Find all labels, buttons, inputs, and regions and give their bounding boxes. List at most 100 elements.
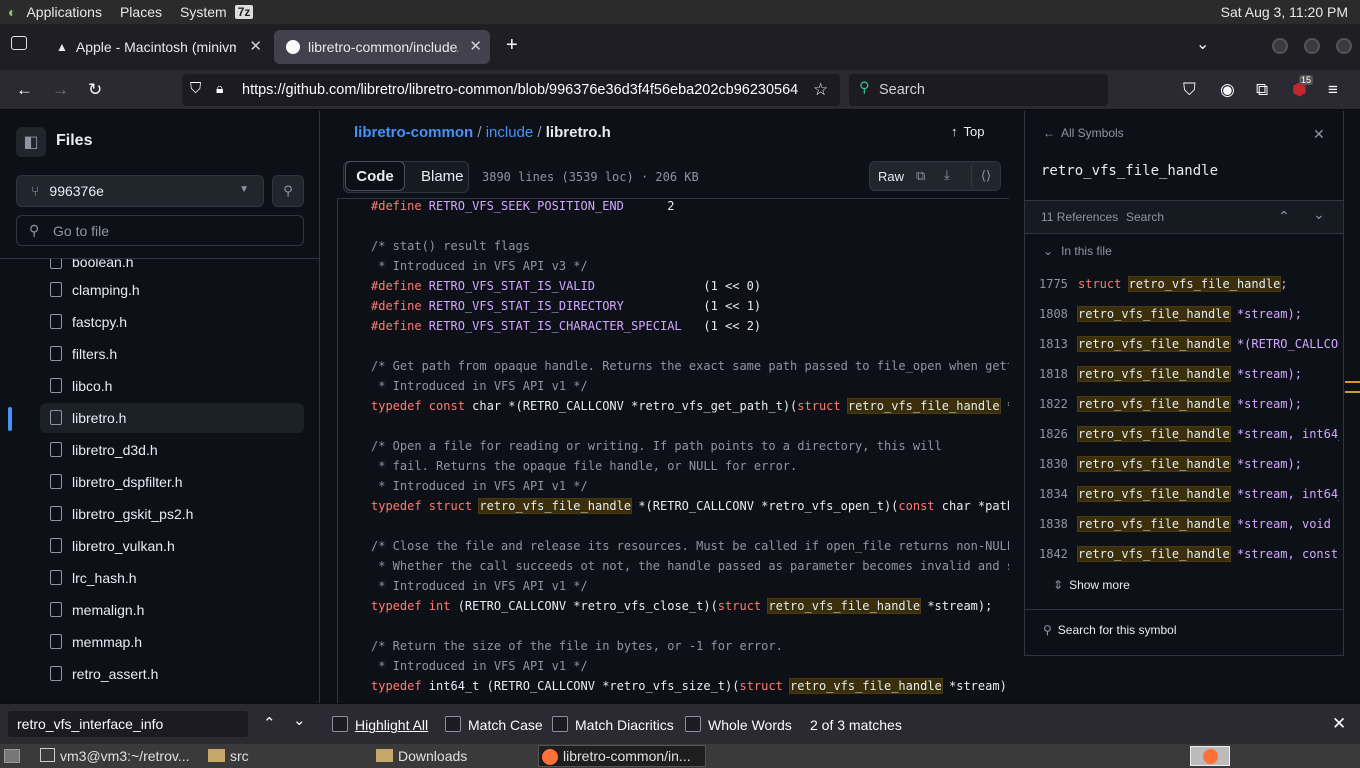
file-item[interactable]: libretro_vulkan.h <box>40 531 304 561</box>
search-tab[interactable]: Search <box>1126 210 1164 224</box>
workspace-firefox-icon[interactable] <box>1190 746 1230 766</box>
match-case-checkbox[interactable] <box>445 716 461 732</box>
tab-libretro[interactable]: libretro-common/include/libretro.h ✕ <box>274 30 490 64</box>
show-more-button[interactable]: ⇕ Show more <box>1053 578 1130 592</box>
file-item[interactable]: memmap.h <box>40 627 304 657</box>
whole-words-checkbox[interactable] <box>685 716 701 732</box>
file-item[interactable]: lrc_hash.h <box>40 563 304 593</box>
download-icon[interactable]: ⤓ <box>944 167 950 183</box>
extensions-icon[interactable]: ⧉ <box>1256 80 1268 100</box>
shield-icon[interactable]: ⛉ <box>190 80 201 97</box>
close-icon[interactable]: ✕ <box>469 37 482 55</box>
branch-name: 996376e <box>49 183 104 199</box>
close-icon[interactable]: ✕ <box>1313 126 1325 143</box>
in-this-file-section[interactable]: ⌄ In this file <box>1043 244 1112 258</box>
reference-item[interactable]: 1830 retro_vfs_file_handle *stream); <box>1039 449 1339 479</box>
match-diacritics-checkbox[interactable] <box>552 716 568 732</box>
breadcrumb-repo[interactable]: libretro-common <box>354 124 473 141</box>
reference-item[interactable]: 1826 retro_vfs_file_handle *stream, int64… <box>1039 419 1339 449</box>
new-tab-icon[interactable]: + <box>506 34 518 57</box>
copy-icon[interactable]: ⧉ <box>916 168 925 184</box>
url-text[interactable]: https://github.com/libretro/libretro-com… <box>242 82 802 98</box>
file-item[interactable]: libretro.h <box>40 403 304 433</box>
reload-icon[interactable]: ↻ <box>88 80 102 100</box>
system-menu[interactable]: System <box>180 4 227 20</box>
forward-icon[interactable]: → <box>52 80 69 100</box>
search-files-button[interactable]: ⚲ <box>272 175 304 207</box>
applications-menu[interactable]: Applications <box>26 4 102 20</box>
top-button[interactable]: ↑ Top <box>951 124 984 139</box>
whole-words-label[interactable]: Whole Words <box>708 717 792 733</box>
close-icon[interactable]: ✕ <box>249 37 262 55</box>
file-item[interactable]: libretro_dspfilter.h <box>40 467 304 497</box>
pocket-icon[interactable]: ⛉ <box>1183 80 1196 100</box>
search-symbol-button[interactable]: ⚲ Search for this symbol <box>1043 623 1177 637</box>
symbols-button[interactable]: ⟨⟩ <box>971 161 1001 191</box>
task-terminal[interactable]: vm3@vm3:~/retrov... <box>36 745 198 767</box>
blame-tab[interactable]: Blame <box>421 168 464 185</box>
match-diacritics-label[interactable]: Match Diacritics <box>575 717 674 733</box>
reference-item[interactable]: 1838 retro_vfs_file_handle *stream, void … <box>1039 509 1339 539</box>
chevron-down-icon[interactable]: ⌄ <box>1313 206 1325 223</box>
collapse-sidebar-icon[interactable]: ◧ <box>16 127 46 157</box>
file-icon <box>50 259 62 269</box>
file-item[interactable]: libretro_d3d.h <box>40 435 304 465</box>
highlight-all-checkbox[interactable] <box>332 716 348 732</box>
find-previous-icon[interactable]: ⌃ <box>263 714 276 732</box>
find-next-icon[interactable]: ⌄ <box>293 711 306 729</box>
lock-icon[interactable]: 🔒︎ <box>216 80 223 97</box>
code-line: * Introduced in VFS API v1 */ <box>371 656 588 676</box>
find-input[interactable]: retro_vfs_interface_info <box>8 711 248 737</box>
reference-item[interactable]: 1813 retro_vfs_file_handle *(RETRO_CALLCO… <box>1039 329 1339 359</box>
url-bar[interactable]: ⛉ 🔒︎ https://github.com/libretro/libretr… <box>182 74 840 106</box>
task-downloads[interactable]: Downloads <box>374 745 534 767</box>
code-token: /* stat() result flags <box>371 239 530 253</box>
file-item[interactable]: libretro_gskit_ps2.h <box>40 499 304 529</box>
maximize-icon[interactable] <box>1304 38 1320 54</box>
search-bar[interactable]: ⚲ Search <box>849 74 1108 106</box>
file-item[interactable]: libco.h <box>40 371 304 401</box>
highlight-all-label[interactable]: Highlight All <box>355 717 428 733</box>
reference-suffix: *stream, const <box>1229 547 1339 561</box>
file-item[interactable]: retro_assert.h <box>40 659 304 689</box>
file-name: libretro_gskit_ps2.h <box>72 506 194 522</box>
reference-item[interactable]: 1775 struct retro_vfs_file_handle; <box>1039 269 1339 299</box>
breadcrumb-dir[interactable]: include <box>486 124 534 141</box>
go-to-file-input[interactable]: ⚲ Go to file <box>16 215 304 246</box>
references-count[interactable]: 11 References <box>1041 210 1118 224</box>
chevron-up-icon[interactable]: ⌃ <box>1278 208 1290 225</box>
tab-apple[interactable]: ▲ Apple - Macintosh (minivmac) ✕ <box>44 30 270 64</box>
minimize-icon[interactable] <box>1272 38 1288 54</box>
task-src[interactable]: src <box>206 745 366 767</box>
bookmark-star-icon[interactable]: ☆ <box>813 80 828 100</box>
file-item[interactable]: filters.h <box>40 339 304 369</box>
raw-button[interactable]: Raw ⧉ ⤓ <box>869 161 979 191</box>
branch-selector[interactable]: ⑂ 996376e ▼ <box>16 175 264 207</box>
reference-item[interactable]: 1818 retro_vfs_file_handle *stream); <box>1039 359 1339 389</box>
close-window-icon[interactable] <box>1336 38 1352 54</box>
distro-icon[interactable]: ◐ <box>8 4 16 20</box>
account-icon[interactable]: ◉ <box>1220 80 1235 100</box>
back-icon[interactable]: ← <box>16 80 33 100</box>
code-tab[interactable]: Code <box>345 161 405 191</box>
chevron-down-icon[interactable]: ⌄ <box>1196 34 1209 54</box>
all-symbols-link[interactable]: ← All Symbols <box>1043 126 1124 140</box>
file-item[interactable]: clamping.h <box>40 275 304 305</box>
go-to-file-placeholder: Go to file <box>53 223 110 239</box>
task-firefox[interactable]: libretro-common/in... <box>538 745 706 767</box>
match-case-label[interactable]: Match Case <box>468 717 543 733</box>
menu-icon[interactable]: ≡ <box>1328 80 1338 100</box>
clock[interactable]: Sat Aug 3, 11:20 PM <box>1221 4 1348 20</box>
reference-item[interactable]: 1842 retro_vfs_file_handle *stream, const <box>1039 539 1339 569</box>
show-desktop-icon[interactable] <box>4 749 20 763</box>
places-menu[interactable]: Places <box>120 4 162 20</box>
reference-item[interactable]: 1808 retro_vfs_file_handle *stream); <box>1039 299 1339 329</box>
file-item[interactable]: fastcpy.h <box>40 307 304 337</box>
close-icon[interactable]: ✕ <box>1332 714 1346 734</box>
reference-item[interactable]: 1834 retro_vfs_file_handle *stream, int64… <box>1039 479 1339 509</box>
code-area[interactable]: #define RETRO_VFS_SEEK_POSITION_END 2 /* … <box>337 199 1009 703</box>
file-item[interactable]: memalign.h <box>40 595 304 625</box>
tab-list-icon[interactable] <box>11 36 27 50</box>
7z-badge[interactable]: 7z <box>234 5 254 19</box>
reference-item[interactable]: 1822 retro_vfs_file_handle *stream); <box>1039 389 1339 419</box>
